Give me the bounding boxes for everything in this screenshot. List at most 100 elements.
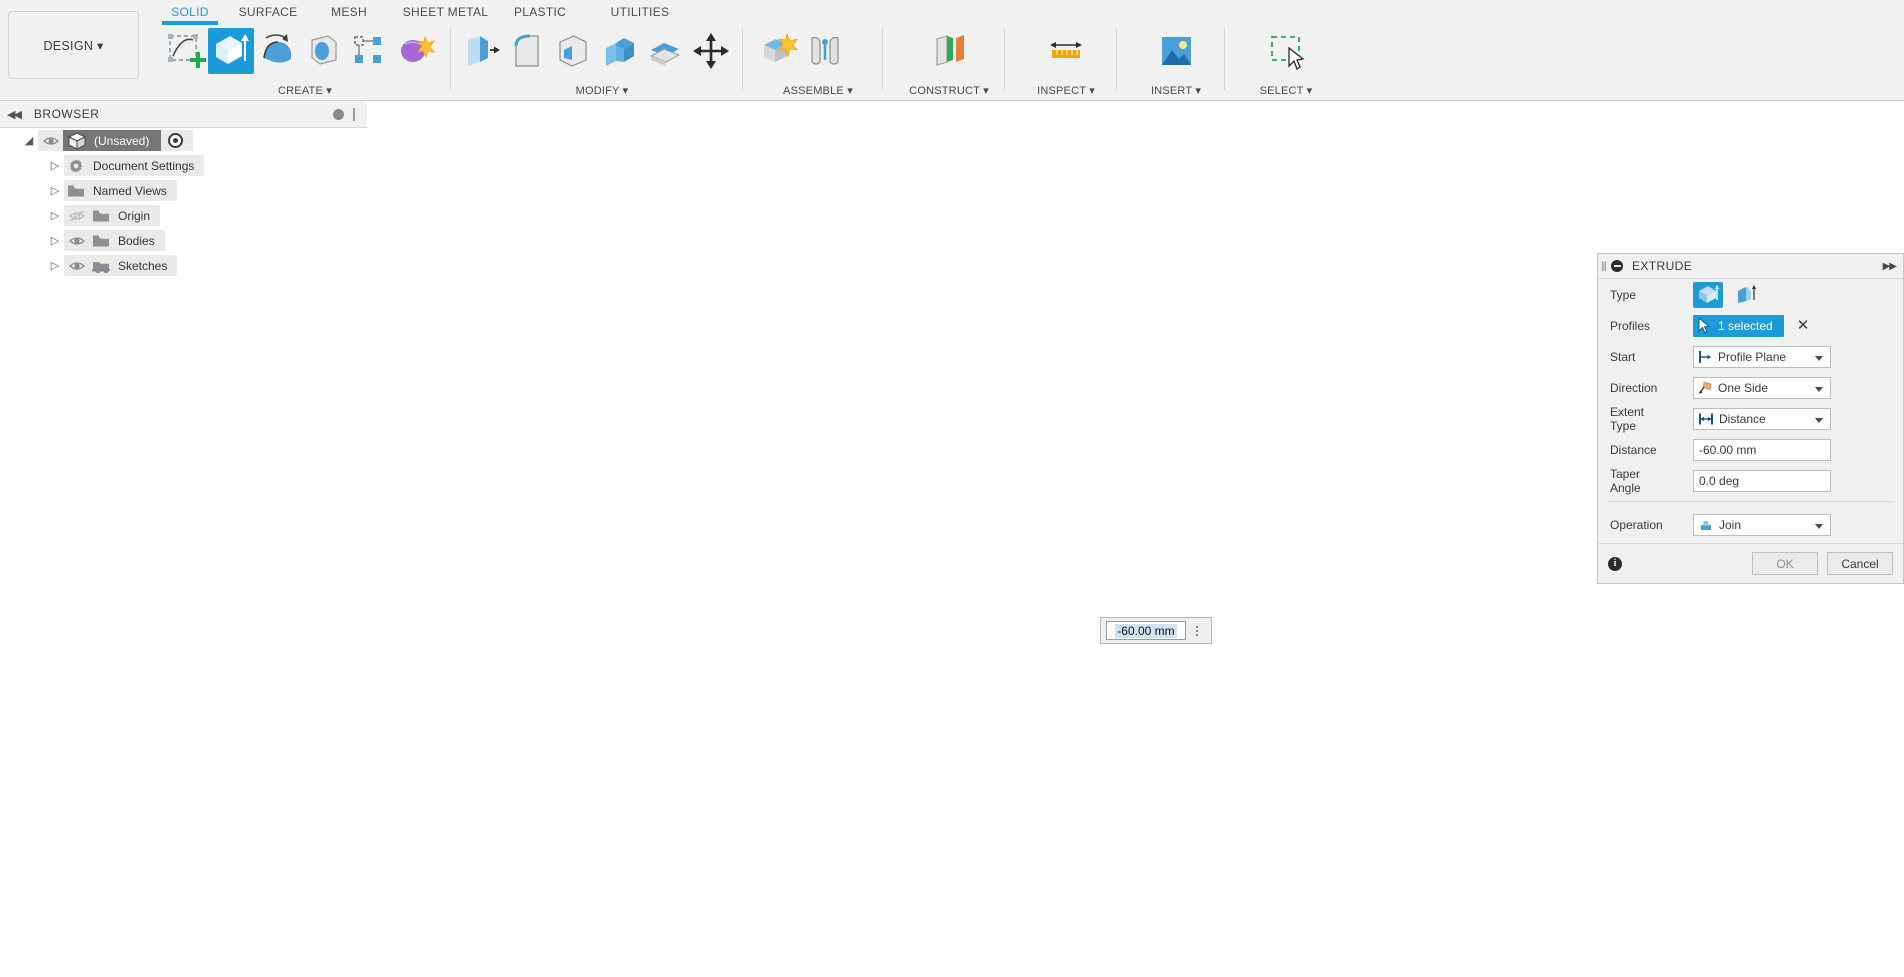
canvas-distance-field[interactable]: -60.00 mm (1106, 621, 1186, 640)
ribbon-group-label[interactable]: INSPECT ▾ (1010, 84, 1122, 97)
type-label: Type (1610, 287, 1637, 302)
combine-icon[interactable] (596, 28, 642, 74)
ribbon-group-label[interactable]: CREATE ▾ (160, 84, 450, 97)
folder-sketch-icon (89, 259, 113, 273)
chevron-down-icon[interactable] (1815, 355, 1823, 361)
distance-input[interactable]: -60.00 mm (1693, 438, 1831, 461)
taper-angle-input[interactable]: 0.0 deg (1693, 469, 1831, 492)
sweep-icon[interactable] (300, 28, 346, 74)
distance-icon (1699, 413, 1713, 424)
visibility-eye-icon[interactable] (64, 235, 89, 247)
toolbar-tab-plastic[interactable]: PLASTIC (505, 0, 575, 19)
direction-label: Direction (1610, 380, 1658, 395)
dialog-collapse-icon[interactable] (1611, 260, 1623, 272)
design-workspace-button[interactable]: DESIGN ▾ (8, 11, 139, 79)
activate-radio[interactable] (168, 133, 184, 148)
canvas-distance-value: -60.00 mm (1115, 623, 1177, 638)
press-pull-icon[interactable] (458, 28, 504, 74)
browser-root-node[interactable]: ◢ (Unsaved) (0, 128, 367, 153)
sidebar-item-bodies[interactable]: ▷ Bodies (0, 228, 367, 253)
profiles-select-button[interactable]: 1 selected (1693, 314, 1784, 337)
ribbon-group-label[interactable]: MODIFY ▾ (456, 84, 748, 97)
extrude-dialog-title: EXTRUDE (1632, 259, 1693, 273)
extrude-taper-icon[interactable] (1731, 282, 1761, 308)
ribbon-group-label[interactable]: CONSTRUCT ▾ (888, 84, 1010, 97)
form-icon[interactable] (392, 28, 438, 74)
offset-face-icon[interactable] (642, 28, 688, 74)
profiles-count-label: 1 selected (1718, 318, 1773, 333)
solid-body-silhouette (844, 230, 1597, 835)
sidebar-item-document-settings[interactable]: ▷ Document Settings (0, 153, 367, 178)
toolbar-tab-solid[interactable]: SOLID (160, 0, 220, 19)
main-toolbar: DESIGN ▾ SOLID SURFACE MESH SHEET METAL PLAS… (0, 0, 1904, 101)
toolbar-tab-surface[interactable]: SURFACE (228, 0, 308, 19)
sidebar-item-sketches[interactable]: ▷ Sketches (0, 253, 367, 278)
browser-resize-handle[interactable] (353, 108, 355, 121)
sidebar-item-named-views[interactable]: ▷ Named Views (0, 178, 367, 203)
info-icon[interactable]: i (1608, 556, 1622, 571)
pattern-icon[interactable] (346, 28, 392, 74)
expand-twisty-icon[interactable]: ▷ (46, 184, 64, 197)
ribbon-group-label[interactable]: SELECT ▾ (1230, 84, 1342, 97)
visibility-eye-icon[interactable] (64, 209, 89, 222)
shell-icon[interactable] (550, 28, 596, 74)
ribbon-group-label[interactable]: INSERT ▾ (1122, 84, 1230, 97)
dialog-expand-icon[interactable]: ▶▶ (1883, 261, 1897, 272)
create-sketch-icon[interactable] (162, 28, 208, 74)
expand-twisty-icon[interactable]: ◢ (20, 134, 38, 147)
visibility-eye-icon[interactable] (64, 260, 89, 272)
extrude-icon[interactable] (208, 28, 254, 74)
extrude-dialog-header[interactable]: ||| EXTRUDE ▶▶ (1598, 254, 1903, 279)
profile-outline (869, 326, 1105, 462)
move-copy-icon[interactable] (688, 28, 734, 74)
chevron-down-icon[interactable] (1815, 524, 1823, 529)
browser-collapse-icon[interactable]: ◀◀ (7, 108, 22, 121)
distance-label: Distance (1610, 442, 1657, 457)
start-label: Start (1610, 349, 1636, 364)
profile-plane-icon (1699, 350, 1711, 363)
taper-angle-label: Taper Angle (1610, 466, 1641, 495)
fillet-icon[interactable] (504, 28, 550, 74)
dialog-grip-icon[interactable]: ||| (1601, 261, 1607, 272)
solid-body-main (992, 232, 1597, 977)
new-component-icon[interactable] (756, 28, 802, 74)
row-direction: Direction One Side (1598, 372, 1903, 403)
browser-panel: ◀◀ BROWSER ◢ (Unsaved) ▷ Document Settings ▷… (0, 101, 367, 977)
chevron-down-icon[interactable] (1815, 417, 1823, 423)
extrude-solid-icon[interactable] (1693, 281, 1723, 308)
sidebar-item-origin[interactable]: ▷ Origin (0, 203, 367, 228)
expand-twisty-icon[interactable]: ▷ (46, 159, 64, 172)
chevron-down-icon[interactable] (1815, 386, 1823, 392)
expand-twisty-icon[interactable]: ▷ (46, 259, 64, 272)
direction-dropdown[interactable]: One Side (1693, 376, 1831, 399)
ribbon-separator (882, 28, 883, 90)
browser-minus-icon[interactable] (333, 109, 344, 120)
toolbar-tab-mesh[interactable]: MESH (318, 0, 380, 19)
canvas-distance-input[interactable]: -60.00 mm (1100, 617, 1212, 644)
toolbar-tab-sheet-metal[interactable]: SHEET METAL (398, 0, 493, 19)
extrude-dialog[interactable]: ||| EXTRUDE ▶▶ Type Profiles 1 selected … (1597, 253, 1904, 584)
extent-type-label: Extent Type (1610, 404, 1645, 433)
extent-type-dropdown[interactable]: Distance (1693, 407, 1831, 430)
revolve-icon[interactable] (254, 28, 300, 74)
expand-twisty-icon[interactable]: ▷ (46, 234, 64, 247)
ribbon-group-label[interactable]: ASSEMBLE ▾ (748, 84, 888, 97)
browser-title: BROWSER (33, 107, 100, 121)
ok-button[interactable]: OK (1752, 552, 1818, 575)
start-dropdown[interactable]: Profile Plane (1693, 345, 1831, 368)
cancel-button[interactable]: Cancel (1827, 552, 1893, 575)
insert-image-icon[interactable] (1153, 28, 1199, 74)
joint-icon[interactable] (802, 28, 848, 74)
offset-plane-icon[interactable] (926, 28, 972, 74)
operation-dropdown[interactable]: Join (1693, 514, 1831, 536)
measure-icon[interactable] (1043, 28, 1089, 74)
profiles-clear-button[interactable]: ✕ (1797, 318, 1810, 333)
canvas-input-more-icon[interactable] (1186, 625, 1208, 636)
visibility-eye-icon[interactable] (38, 135, 63, 147)
solid-body (1004, 230, 1601, 977)
start-value: Profile Plane (1718, 349, 1787, 364)
expand-twisty-icon[interactable]: ▷ (46, 209, 64, 222)
active-tab-underline (162, 21, 218, 25)
toolbar-tab-utilities[interactable]: UTILITIES (600, 0, 680, 19)
window-select-icon[interactable] (1263, 28, 1309, 74)
